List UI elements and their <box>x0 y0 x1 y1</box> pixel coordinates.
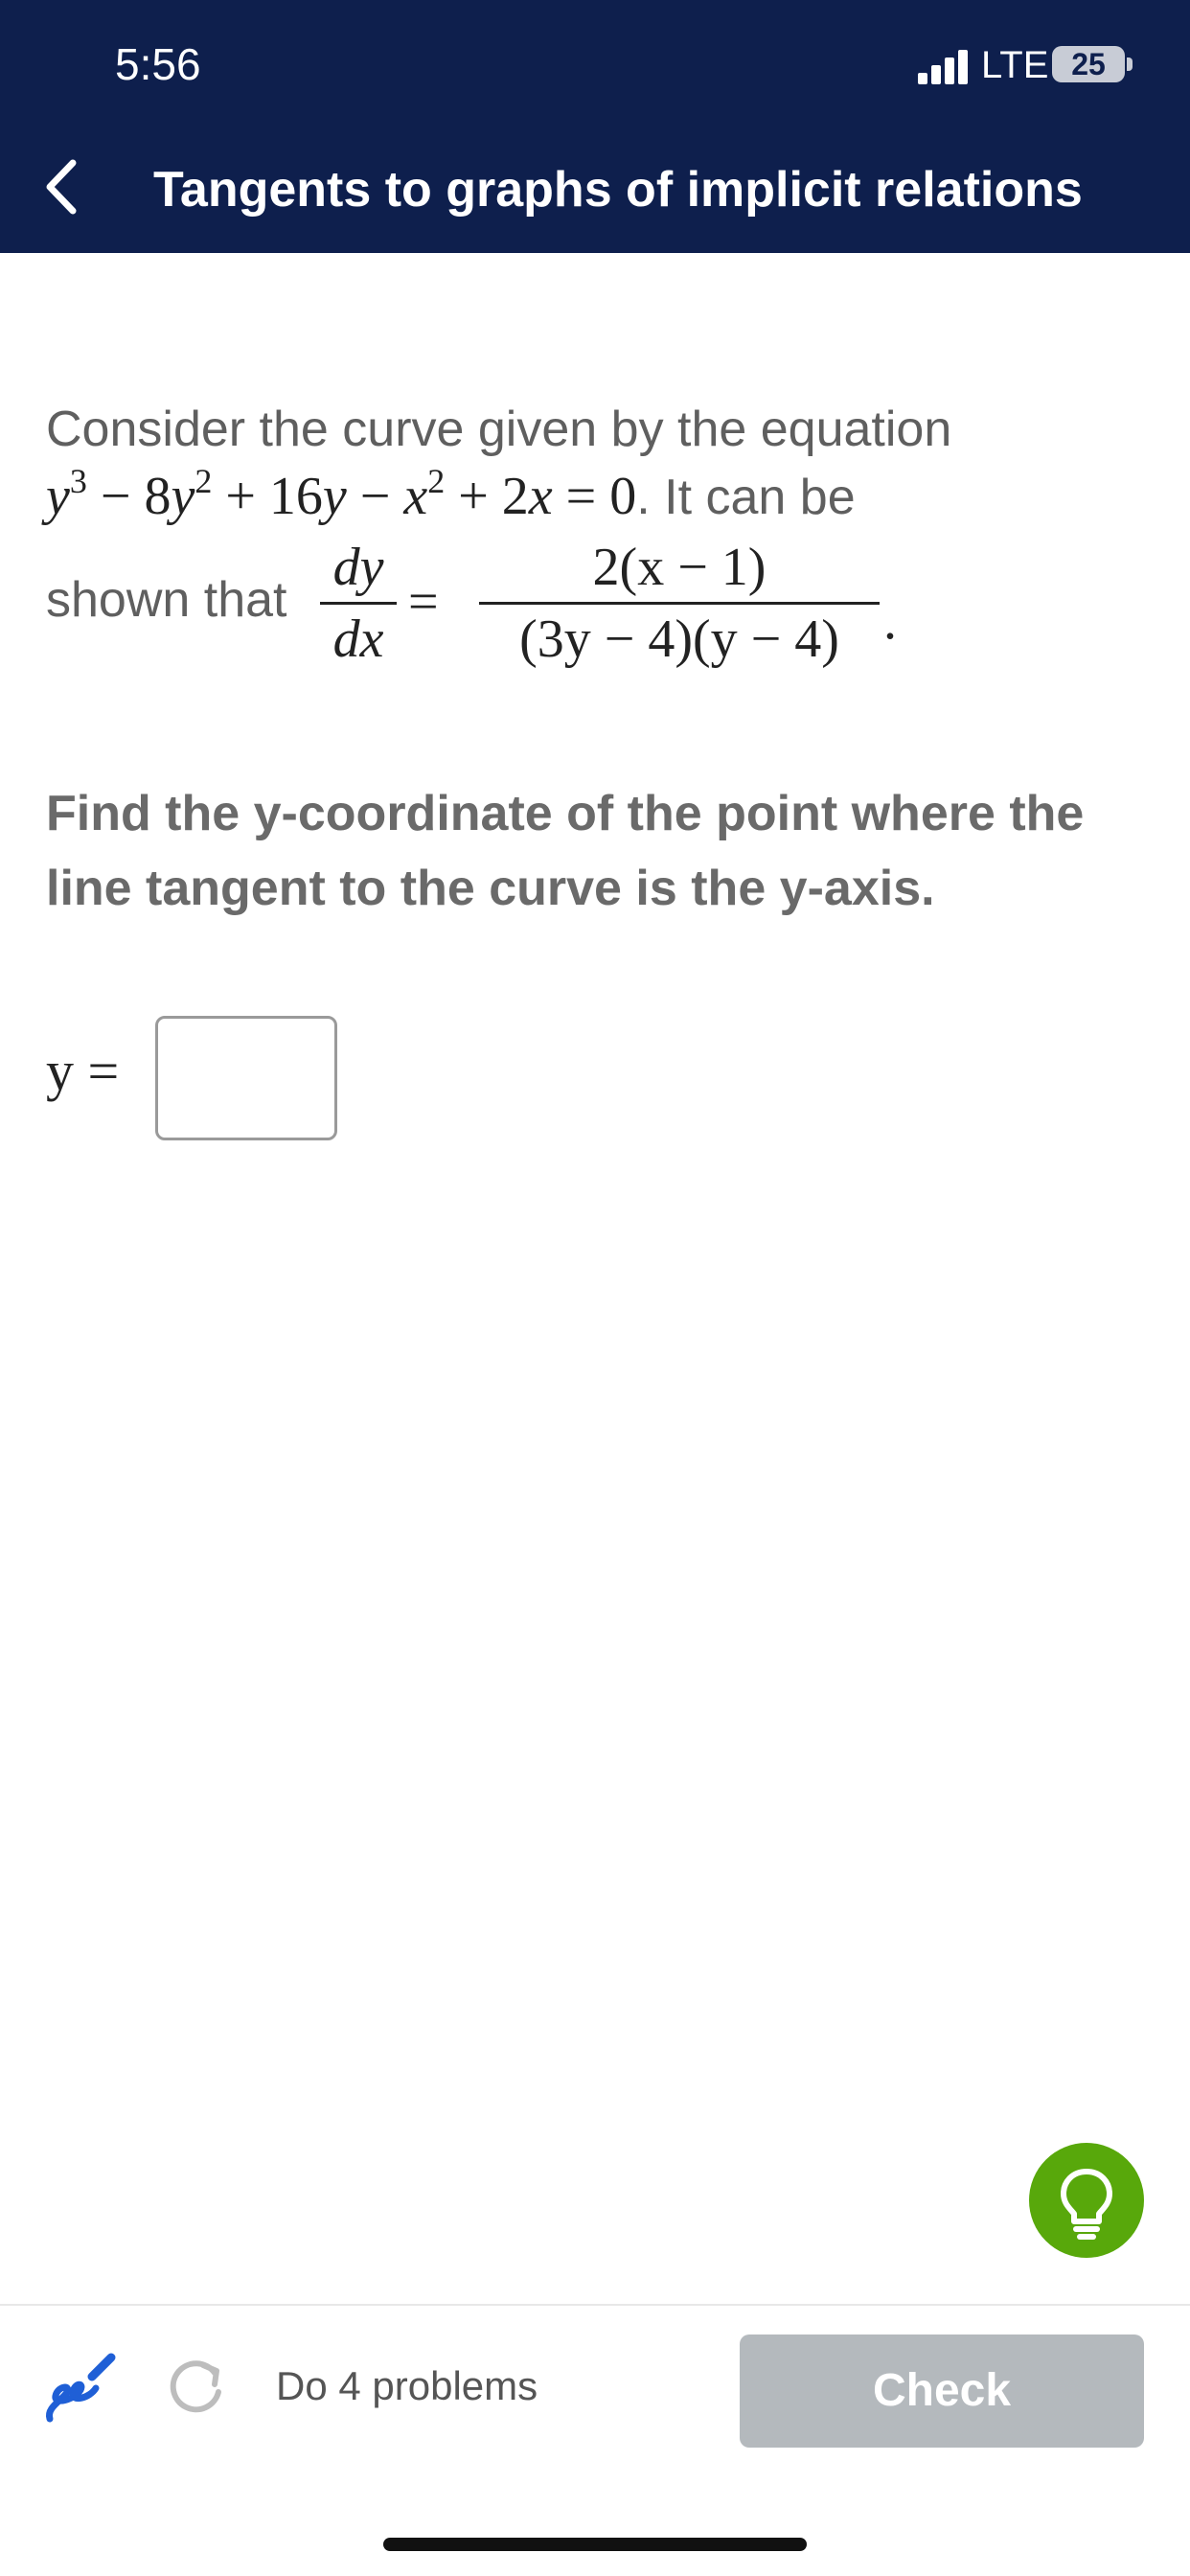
signal-bars-icon <box>918 50 970 84</box>
battery-tip <box>1127 58 1133 71</box>
dy-numerator: dy <box>332 538 384 597</box>
derivative-denominator: (3y − 4)(y − 4) <box>519 610 839 669</box>
shown-that-text: shown that <box>46 572 287 628</box>
derivative-numerator: 2(x − 1) <box>592 538 767 597</box>
answer-label: y = <box>46 1040 120 1102</box>
footer-divider <box>0 2304 1190 2306</box>
home-indicator <box>383 2538 807 2551</box>
scribble-pen-icon <box>45 2353 116 2423</box>
top-bar: 5:56 LTE 25 Tangents to graphs of implic… <box>0 0 1190 253</box>
battery-icon: 25 <box>1052 46 1125 82</box>
fraction-bar <box>320 602 397 605</box>
lightbulb-icon <box>1061 2169 1112 2240</box>
answer-input[interactable] <box>155 1016 337 1140</box>
chevron-left-icon <box>46 159 77 215</box>
equals-sign: = <box>408 572 439 632</box>
equation-suffix: . It can be <box>636 470 856 525</box>
curve-equation: y3 − 8y2 + 16y − x2 + 2x = 0 <box>46 462 637 526</box>
refresh-button[interactable] <box>165 2354 228 2417</box>
question-text: Find the y-coordinate of the point where… <box>46 786 1085 916</box>
check-button[interactable]: Check <box>740 2334 1144 2448</box>
hint-button[interactable] <box>1029 2143 1144 2258</box>
status-time: 5:56 <box>115 39 201 89</box>
network-type: LTE <box>981 44 1049 86</box>
derivative-line: shown that dy dx = 2(x − 1) (3y − 4)(y −… <box>46 537 1148 690</box>
dx-denominator: dx <box>332 610 384 669</box>
period: . <box>883 591 897 651</box>
back-button[interactable] <box>38 153 86 220</box>
derivative-fraction: 2(x − 1) (3y − 4)(y − 4) <box>479 537 880 670</box>
scratchpad-button[interactable] <box>42 2350 119 2426</box>
refresh-icon <box>170 2360 221 2413</box>
problem-intro: Consider the curve given by the equation <box>46 402 952 457</box>
dy-dx-fraction: dy dx <box>320 537 397 670</box>
problems-remaining: Do 4 problems <box>276 2363 538 2408</box>
page-title: Tangents to graphs of implicit relations <box>153 162 1083 218</box>
problem-equation-line: y3 − 8y2 + 16y − x2 + 2x = 0. It can be <box>46 462 856 527</box>
fraction-bar <box>479 602 880 605</box>
